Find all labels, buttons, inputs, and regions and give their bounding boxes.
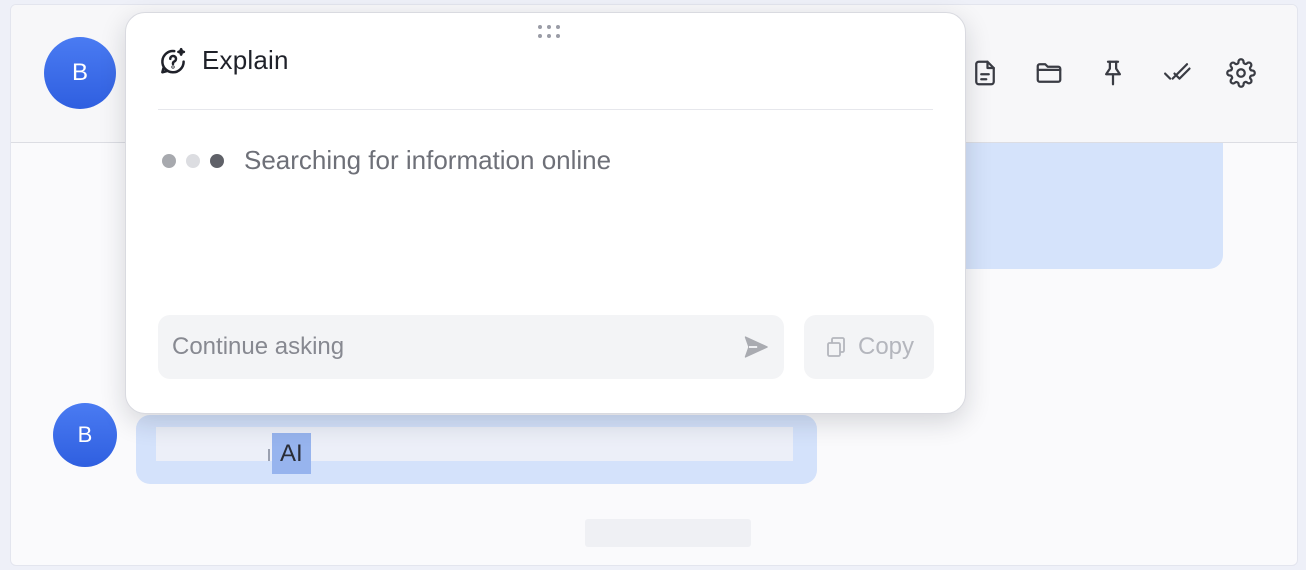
divider (158, 109, 933, 110)
loading-dot (210, 153, 224, 168)
avatar-initial: B (77, 422, 93, 447)
loading-status: Searching for information online (162, 145, 611, 176)
settings-button[interactable] (1222, 55, 1260, 91)
drag-handle[interactable] (538, 25, 564, 41)
document-button[interactable] (966, 55, 1004, 91)
loading-dot (186, 153, 200, 168)
send-icon (744, 336, 768, 358)
document-icon (975, 60, 995, 86)
loading-indicator (162, 153, 224, 168)
message-text-line: AI (156, 427, 793, 474)
header-toolbar (966, 55, 1260, 91)
message-bubble: AI (136, 415, 817, 484)
folder-icon (1036, 63, 1062, 83)
copy-icon (827, 337, 845, 357)
double-check-icon (1164, 63, 1191, 80)
message-bubble (951, 143, 1223, 269)
status-text: Searching for information online (244, 145, 612, 175)
pin-icon (1105, 60, 1121, 86)
mark-all-read-button[interactable] (1158, 55, 1196, 91)
send-button[interactable] (738, 329, 774, 365)
bottom-placeholder (585, 519, 751, 547)
folder-button[interactable] (1030, 55, 1068, 91)
selected-text[interactable]: AI (272, 433, 311, 474)
continue-asking-input[interactable] (172, 315, 712, 379)
avatar-initial: B (71, 59, 88, 86)
copy-label: Copy (857, 333, 915, 360)
popup-title: Explain (202, 45, 289, 75)
loading-dot (162, 153, 176, 168)
continue-asking-field (158, 315, 784, 379)
avatar[interactable]: B (53, 403, 117, 467)
question-sparkle-icon (158, 46, 188, 76)
explain-popup: Explain Searching for information online… (125, 12, 966, 414)
text-cursor (268, 449, 270, 461)
avatar[interactable]: B (44, 37, 116, 109)
popup-header: Explain (158, 45, 289, 76)
copy-button[interactable]: Copy (804, 315, 934, 379)
pin-button[interactable] (1094, 55, 1132, 91)
gear-icon (1226, 58, 1256, 88)
